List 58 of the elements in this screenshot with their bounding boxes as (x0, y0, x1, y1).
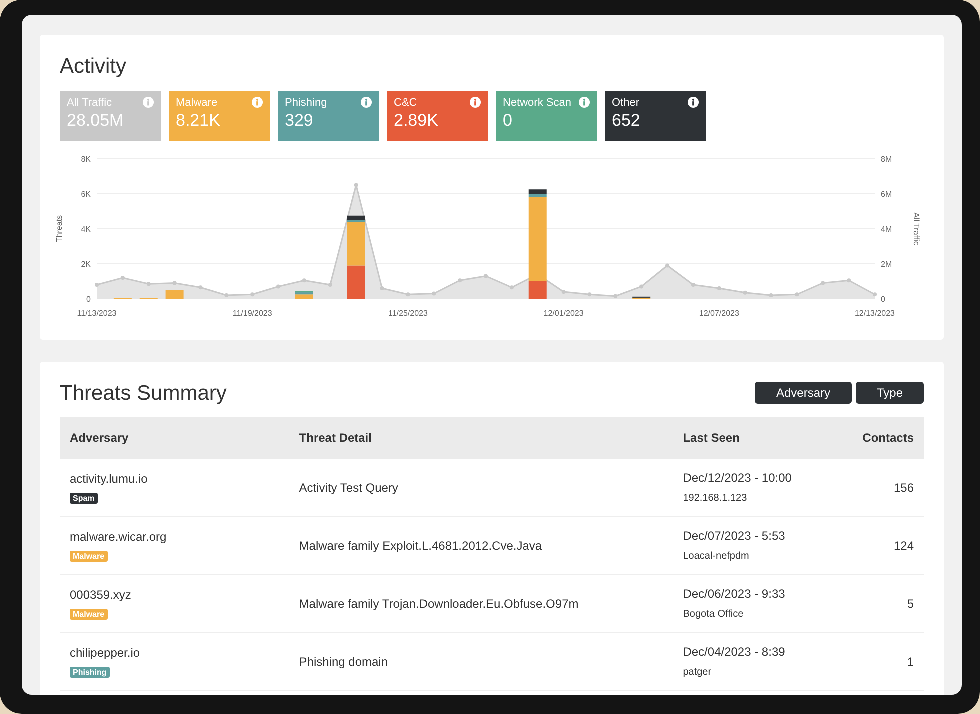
adversary-name: chilipepper.io (70, 646, 140, 660)
source-label: Bogota Office (683, 609, 744, 620)
table-cell: Phishing domain (289, 632, 674, 690)
stat-label: Network Scan (503, 96, 572, 110)
section-title: Activity (60, 54, 128, 80)
axis-label: Threats (55, 214, 64, 242)
tick-label: 12/01/2023 (544, 308, 584, 318)
last-seen-date: Dec/04/2023 - 8:39 (683, 645, 786, 659)
column-header: Threat Detail (289, 417, 674, 459)
tick-label: 6K (81, 190, 91, 198)
source-label: Loacal-nefpdm (683, 551, 750, 562)
tick-label: 4K (81, 224, 91, 234)
stat-label: Other (612, 96, 640, 110)
stat-label: Phishing (285, 96, 328, 110)
tick-label: 11/19/2023 (232, 308, 272, 318)
last-seen-date: Dec/07/2023 - 5:53 (683, 529, 786, 543)
table-cell: Activity Test Query (289, 459, 674, 516)
last-seen-date: Dec/06/2023 - 9:33 (683, 587, 786, 601)
table-cell: 1 (852, 632, 924, 690)
tick-label: 8M (881, 154, 892, 164)
stat-value: 2.89K (394, 111, 440, 132)
table-cell: 156 (852, 459, 924, 516)
section-title: Threats Summary (60, 380, 227, 406)
tag: Spam (70, 492, 98, 504)
tag: Malware (70, 608, 108, 620)
tick-label: 0 (881, 294, 886, 304)
tick-label: 11/25/2023 (388, 308, 428, 318)
stat-label: C&C (394, 96, 418, 110)
tag: Malware (70, 550, 108, 562)
axis-label: All Traffic (912, 212, 921, 245)
stat-value: 8.21K (176, 111, 222, 132)
source-label: patger (683, 667, 712, 678)
source-label: 192.168.1.123 (683, 493, 748, 504)
tick-label: 6M (881, 190, 892, 198)
tick-label: 11/13/2023 (77, 308, 117, 318)
tick-label: 2M (881, 260, 892, 268)
adversary-name: malware.wicar.org (70, 530, 167, 544)
adversary-name: activity.lumu.io (70, 472, 148, 486)
tag: Phishing (70, 666, 110, 678)
tick-label: 12/13/2023 (854, 308, 896, 318)
stat-label: Malware (176, 96, 218, 110)
table-cell: Malware family Trojan.Downloader.Eu.Obfuse.O97m (289, 574, 674, 632)
column-header: Contacts (852, 417, 924, 459)
table-cell: 5 (852, 574, 924, 632)
table-cell: 124 (852, 516, 924, 574)
tick-label: 8K (81, 154, 91, 164)
stat-value: 0 (503, 111, 514, 132)
column-header: Adversary (60, 417, 290, 459)
tick-label: 4M (881, 224, 892, 234)
tick-label: 12/07/2023 (699, 308, 740, 318)
stat-value: 652 (612, 111, 642, 132)
column-header: Last Seen (673, 417, 853, 459)
last-seen-date: Dec/12/2023 - 10:00 (683, 471, 792, 485)
tick-label: 2K (81, 260, 91, 268)
tick-label: 0 (86, 294, 91, 304)
adversary-name: 000359.xyz (70, 588, 132, 602)
stat-value: 329 (285, 111, 314, 132)
table-cell: Malware family Exploit.L.4681.2012.Cve.Java (289, 516, 674, 574)
